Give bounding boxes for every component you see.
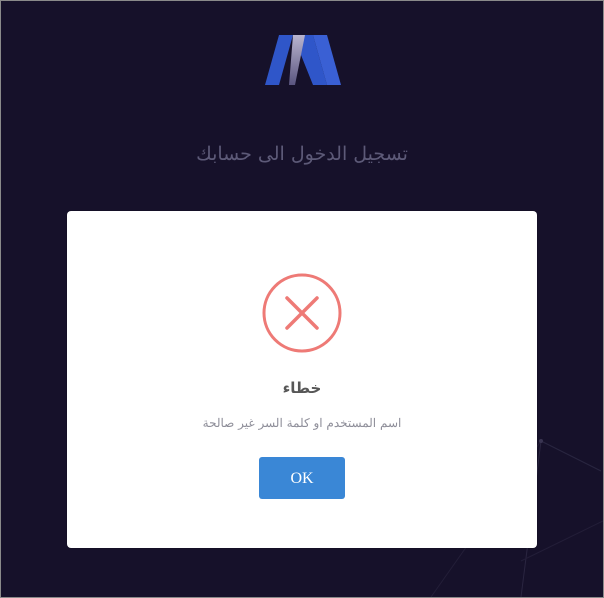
dialog-message: اسم المستخدم او كلمة السر غير صالحة [202,416,402,430]
dialog-title: خطاء [282,379,322,397]
ok-button[interactable]: OK [259,457,345,499]
error-dialog: خطاء اسم المستخدم او كلمة السر غير صالحة… [67,211,537,548]
login-title: تسجيل الدخول الى حسابك [196,143,408,165]
brand-logo-icon [265,35,341,87]
login-screen: تسجيل الدخول الى حسابك خطاء اسم المستخدم… [0,0,604,598]
error-x-icon [262,273,342,353]
